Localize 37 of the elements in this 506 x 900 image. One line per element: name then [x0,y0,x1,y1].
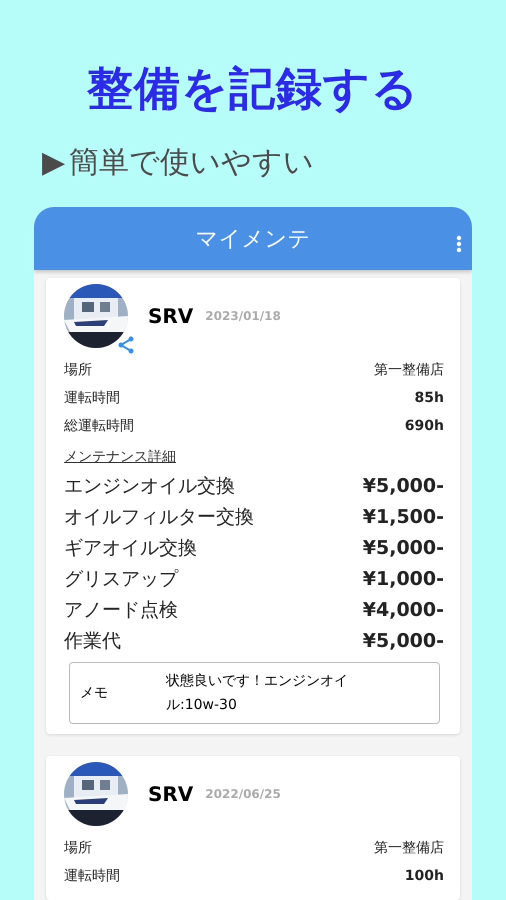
item-label: ギアオイル交換 [64,536,197,560]
record-date: 2022/06/25 [205,787,281,801]
item-label: アノード点検 [64,598,178,622]
field-label: 場所 [64,839,92,857]
item-price: ¥1,500- [362,506,444,528]
boat-name: SRV [148,782,194,806]
item-price: ¥1,000- [362,568,444,590]
record-card[interactable]: SRV 2023/01/18 場所 第一整備店 運転時間 85h 総運転時間 690h メンテナンス詳細 エンジンオイル交換 ¥5,000- オイルフィルター交換 ¥1,500- ギアオイル交換 ¥5,000- グリスアップ ¥1,000- アノード点検 ¥4,000- 作業代 ¥5,000- メモ 状態良いです！エンジンオイル:10w-30 [46,278,460,734]
share-icon[interactable] [118,336,134,354]
headline: 整備を記録する [87,60,419,117]
triangle-marker: ▶ [42,145,66,180]
field-value: 第一整備店 [374,361,444,379]
item-label: エンジンオイル交換 [64,474,235,498]
memo-label: メモ [80,684,109,702]
details-heading: メンテナンス詳細 [64,448,176,466]
field-label: 運転時間 [64,389,120,407]
item-price: ¥5,000- [362,474,444,496]
field-value: 690h [404,418,444,434]
memo-text: 状態良いです！エンジンオイル:10w-30 [166,672,349,715]
record-date: 2023/01/18 [205,309,281,323]
subtitle: 簡単で使いやすい [69,144,314,182]
item-price: ¥4,000- [362,598,444,620]
field-value: 第一整備店 [374,839,444,857]
app-title: マイメンテ [196,226,310,254]
menu-icon[interactable] [456,235,462,253]
field-label: 総運転時間 [64,417,134,435]
item-label: グリスアップ [64,566,178,592]
item-price: ¥5,000- [362,536,444,558]
boat-name: SRV [148,304,194,328]
field-value: 85h [414,390,444,406]
field-value: 100h [404,868,444,884]
record-card[interactable]: SRV 2022/06/25 場所 第一整備店 運転時間 100h [46,756,460,900]
item-price: ¥5,000- [362,630,444,652]
item-label: オイルフィルター交換 [64,504,254,530]
item-label: 作業代 [64,628,121,654]
field-label: 場所 [64,361,92,379]
field-label: 運転時間 [64,867,120,885]
